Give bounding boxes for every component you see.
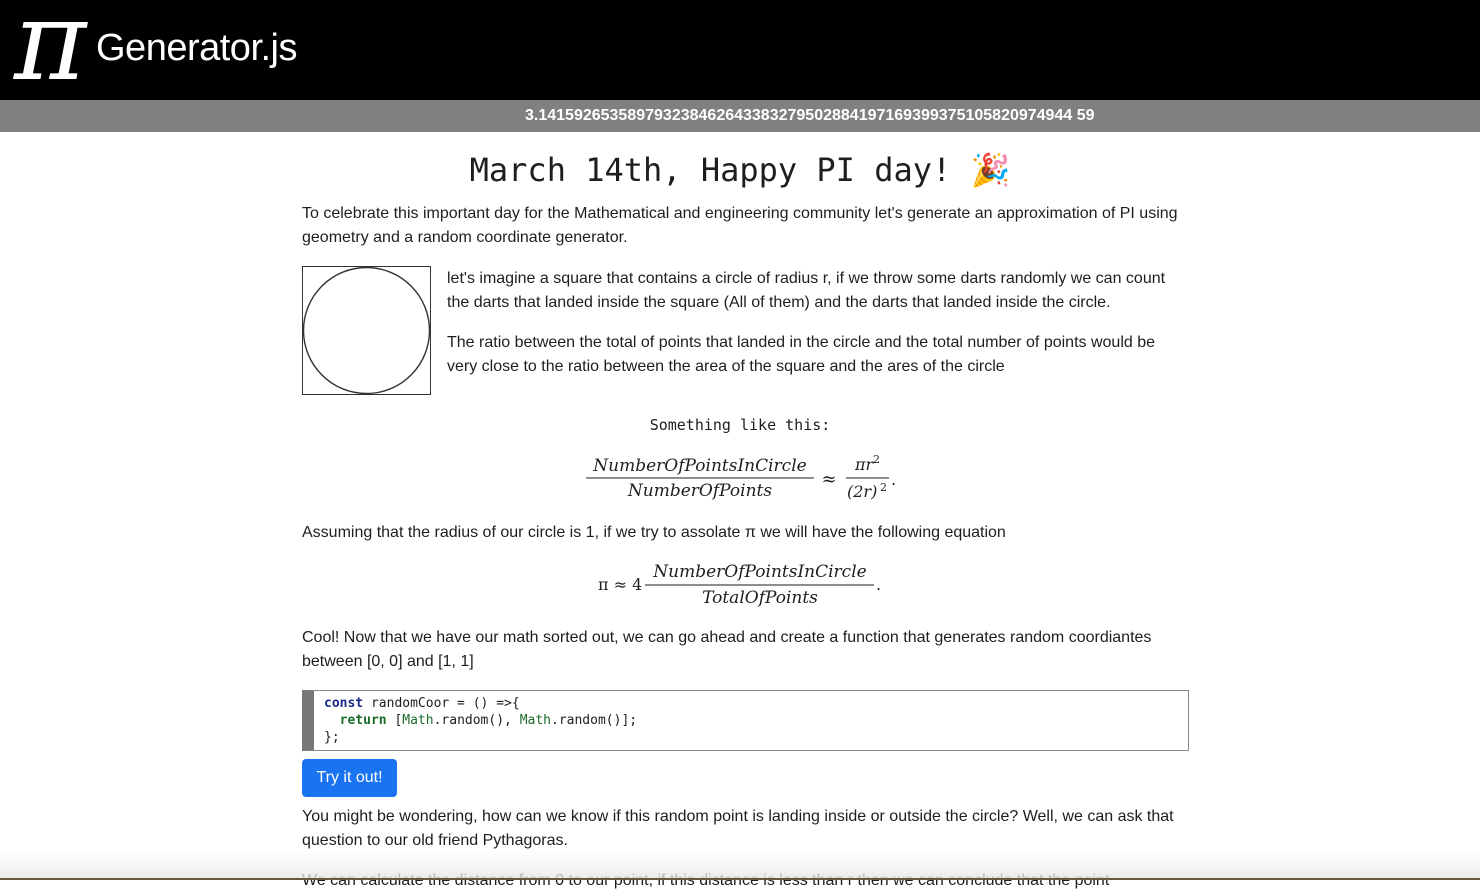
code-keyword-return: return (339, 713, 387, 728)
pythagoras-paragraph: You might be wondering, how can we know … (302, 808, 1174, 849)
pi-logo-icon: π (14, 0, 87, 105)
try-it-out-button[interactable]: Try it out! (302, 759, 397, 797)
formula-denominator: NumberOfPoints (627, 481, 772, 501)
page-title-text: March 14th, Happy PI day! (469, 151, 952, 189)
code-text: randomCoor = () =>{ (363, 696, 520, 711)
pi-formula: π ≈ 4 NumberOfPointsInCircle TotalOfPoin… (598, 562, 881, 608)
pi-digits-bar: 3.14159265358979323846264338327950288419… (0, 100, 1480, 132)
code-text: [ (386, 713, 403, 728)
code-text: .random()]; (551, 713, 638, 728)
pi-approx-lhs: π ≈ 4 (598, 575, 642, 594)
intro-paragraph: To celebrate this important day for the … (302, 205, 1178, 246)
pi-digits: 3.14159265358979323846264338327950288419… (525, 107, 1095, 124)
rhs-denominator: (2r) (847, 482, 877, 501)
code-keyword-const: const (324, 696, 364, 711)
square-circle-figure (302, 266, 431, 395)
ratio-formula: NumberOfPointsInCircle NumberOfPoints ≈ … (586, 453, 896, 501)
bottom-fade (0, 852, 1480, 880)
code-text: .random(), (433, 713, 520, 728)
code-object-math: Math (402, 713, 434, 728)
approx-symbol: ≈ (821, 469, 836, 490)
page-title: March 14th, Happy PI day! 🎉 (0, 150, 1480, 190)
darts-paragraph: let's imagine a square that contains a c… (447, 270, 1166, 311)
formula-caption: Something like this: (649, 416, 831, 434)
formula-numerator: NumberOfPointsInCircle (592, 456, 806, 476)
pi-formula-end-dot: . (876, 575, 881, 594)
rhs-denominator-exponent: 2 (880, 481, 887, 494)
app-logo-text[interactable]: Generator.js (96, 26, 298, 70)
pi-formula-numerator: NumberOfPointsInCircle (652, 562, 866, 582)
code-line-3: }; (324, 730, 340, 745)
pi-formula-denominator: TotalOfPoints (702, 588, 818, 608)
rhs-numerator: πr (854, 455, 875, 474)
app-header: π Generator.js (0, 0, 1480, 100)
assumption-paragraph: Assuming that the radius of our circle i… (302, 524, 1006, 541)
rhs-numerator-exponent: 2 (873, 453, 880, 466)
code-line-1: const randomCoor = () =>{ (324, 695, 520, 712)
party-popper-icon: 🎉 (970, 151, 1011, 189)
cool-paragraph: Cool! Now that we have our math sorted o… (302, 629, 1152, 670)
code-object-math: Math (519, 713, 551, 728)
formula-end-dot: . (891, 470, 896, 489)
ratio-paragraph: The ratio between the total of points th… (447, 334, 1156, 375)
code-block[interactable]: const randomCoor = () =>{ return [Math.r… (302, 690, 1189, 751)
code-line-2: return [Math.random(), Math.random()]; (324, 712, 637, 729)
